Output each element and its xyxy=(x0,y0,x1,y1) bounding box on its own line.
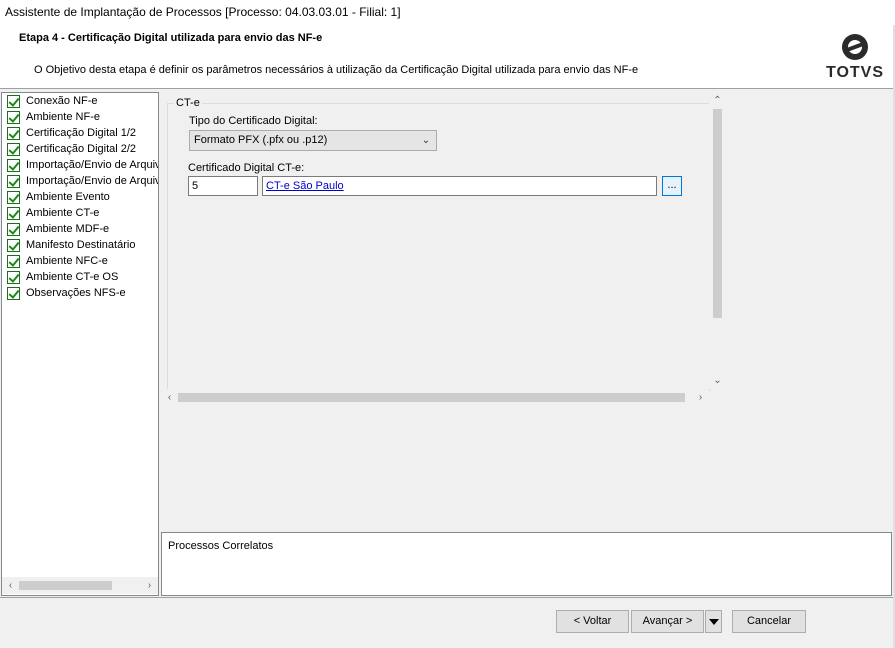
sidebar-item[interactable]: Conexão NF-e xyxy=(2,93,158,109)
checkmark-icon xyxy=(7,286,20,300)
scroll-left-icon[interactable]: ‹ xyxy=(2,577,19,594)
cert-type-value: Formato PFX (.pfx ou .p12) xyxy=(194,134,328,146)
tree-horizontal-scrollbar[interactable]: ‹ › xyxy=(2,577,158,594)
sidebar-item[interactable]: Certificação Digital 2/2 xyxy=(2,141,158,157)
sidebar-item-label: Ambiente Evento xyxy=(26,191,110,203)
checkmark-icon xyxy=(7,206,20,220)
scroll-left-icon[interactable]: ‹ xyxy=(161,389,178,406)
checkmark-icon xyxy=(7,222,20,236)
sidebar-item-label: Conexão NF-e xyxy=(26,95,98,107)
back-button[interactable]: < Voltar xyxy=(556,610,629,633)
sidebar-item-label: Ambiente NFC-e xyxy=(26,255,108,267)
cert-label: Certificado Digital CT-e: xyxy=(188,162,305,174)
sidebar-item[interactable]: Manifesto Destinatário xyxy=(2,237,158,253)
footer-divider xyxy=(0,597,895,598)
next-button[interactable]: Avançar > xyxy=(631,610,704,633)
scroll-thumb[interactable] xyxy=(19,581,112,590)
cert-type-label: Tipo do Certificado Digital: xyxy=(189,115,318,127)
checkmark-icon xyxy=(7,174,20,188)
sidebar-item[interactable]: Ambiente CT-e xyxy=(2,205,158,221)
totvs-logo: TOTVS xyxy=(825,34,885,84)
sidebar-item[interactable]: Ambiente NFC-e xyxy=(2,253,158,269)
cert-name-link[interactable]: CT-e São Paulo xyxy=(266,180,344,192)
logo-text: TOTVS xyxy=(825,64,885,81)
step-description: O Objetivo desta etapa é definir os parâ… xyxy=(34,64,639,76)
sidebar-item-label: Importação/Envio de Arquivo xyxy=(26,159,158,171)
checkmark-icon xyxy=(7,126,20,140)
content-horizontal-scrollbar[interactable]: ‹ › xyxy=(161,389,709,406)
scroll-down-icon[interactable]: ⌄ xyxy=(709,372,726,389)
checkmark-icon xyxy=(7,190,20,204)
related-processes-panel: Processos Correlatos xyxy=(161,532,892,596)
group-label: CT-e xyxy=(174,97,202,109)
checkmark-icon xyxy=(7,270,20,284)
scroll-right-icon[interactable]: › xyxy=(141,577,158,594)
step-title: Etapa 4 - Certificação Digital utilizada… xyxy=(19,32,323,44)
sidebar-item-label: Manifesto Destinatário xyxy=(26,239,136,251)
cte-group: CT-e Tipo do Certificado Digital: Format… xyxy=(167,97,710,391)
sidebar-item-label: Certificação Digital 1/2 xyxy=(26,127,137,139)
sidebar-item-label: Ambiente CT-e OS xyxy=(26,271,119,283)
cancel-button[interactable]: Cancelar xyxy=(732,610,806,633)
sidebar-item[interactable]: Importação/Envio de Arquivo xyxy=(2,157,158,173)
cert-code-field[interactable]: 5 xyxy=(188,176,258,196)
sidebar-item[interactable]: Ambiente NF-e xyxy=(2,109,158,125)
sidebar-item[interactable]: Observações NFS-e xyxy=(2,285,158,301)
sidebar-item-label: Ambiente NF-e xyxy=(26,111,100,123)
checkmark-icon xyxy=(7,254,20,268)
sidebar-item[interactable]: Ambiente MDF-e xyxy=(2,221,158,237)
sidebar-item-label: Importação/Envio de Arquivo xyxy=(26,175,158,187)
totvs-logo-icon xyxy=(842,34,868,60)
checkmark-icon xyxy=(7,142,20,156)
window-title: Assistente de Implantação de Processos [… xyxy=(0,0,895,25)
scroll-thumb[interactable] xyxy=(713,109,722,318)
sidebar-item-label: Ambiente MDF-e xyxy=(26,223,110,235)
sidebar-item[interactable]: Ambiente Evento xyxy=(2,189,158,205)
cert-name-field[interactable]: CT-e São Paulo xyxy=(262,176,657,196)
cert-type-select[interactable]: Formato PFX (.pfx ou .p12) ⌄ xyxy=(189,130,437,151)
checkmark-icon xyxy=(7,158,20,172)
scroll-thumb[interactable] xyxy=(178,393,685,402)
scroll-right-icon[interactable]: › xyxy=(692,389,709,406)
checkmark-icon xyxy=(7,94,20,108)
chevron-down-icon: ⌄ xyxy=(421,135,431,146)
scroll-up-icon[interactable]: ⌃ xyxy=(709,92,726,109)
content-vertical-scrollbar[interactable]: ⌃ ⌄ xyxy=(709,92,726,389)
sidebar-item[interactable]: Certificação Digital 1/2 xyxy=(2,125,158,141)
sidebar-item[interactable]: Importação/Envio de Arquivo xyxy=(2,173,158,189)
sidebar-item-label: Ambiente CT-e xyxy=(26,207,100,219)
sidebar-item[interactable]: Ambiente CT-e OS xyxy=(2,269,158,285)
checkmark-icon xyxy=(7,238,20,252)
related-processes-title: Processos Correlatos xyxy=(168,540,274,552)
steps-tree: Conexão NF-e Ambiente NF-e Certificação Di… xyxy=(1,92,159,596)
checkmark-icon xyxy=(7,110,20,124)
browse-button[interactable]: ... xyxy=(662,176,682,196)
wizard-header: Etapa 4 - Certificação Digital utilizada… xyxy=(0,25,895,89)
sidebar-item-label: Observações NFS-e xyxy=(26,287,126,299)
sidebar-item-label: Certificação Digital 2/2 xyxy=(26,143,137,155)
next-options-button[interactable] xyxy=(705,610,722,633)
step-content: CT-e Tipo do Certificado Digital: Format… xyxy=(161,92,726,406)
